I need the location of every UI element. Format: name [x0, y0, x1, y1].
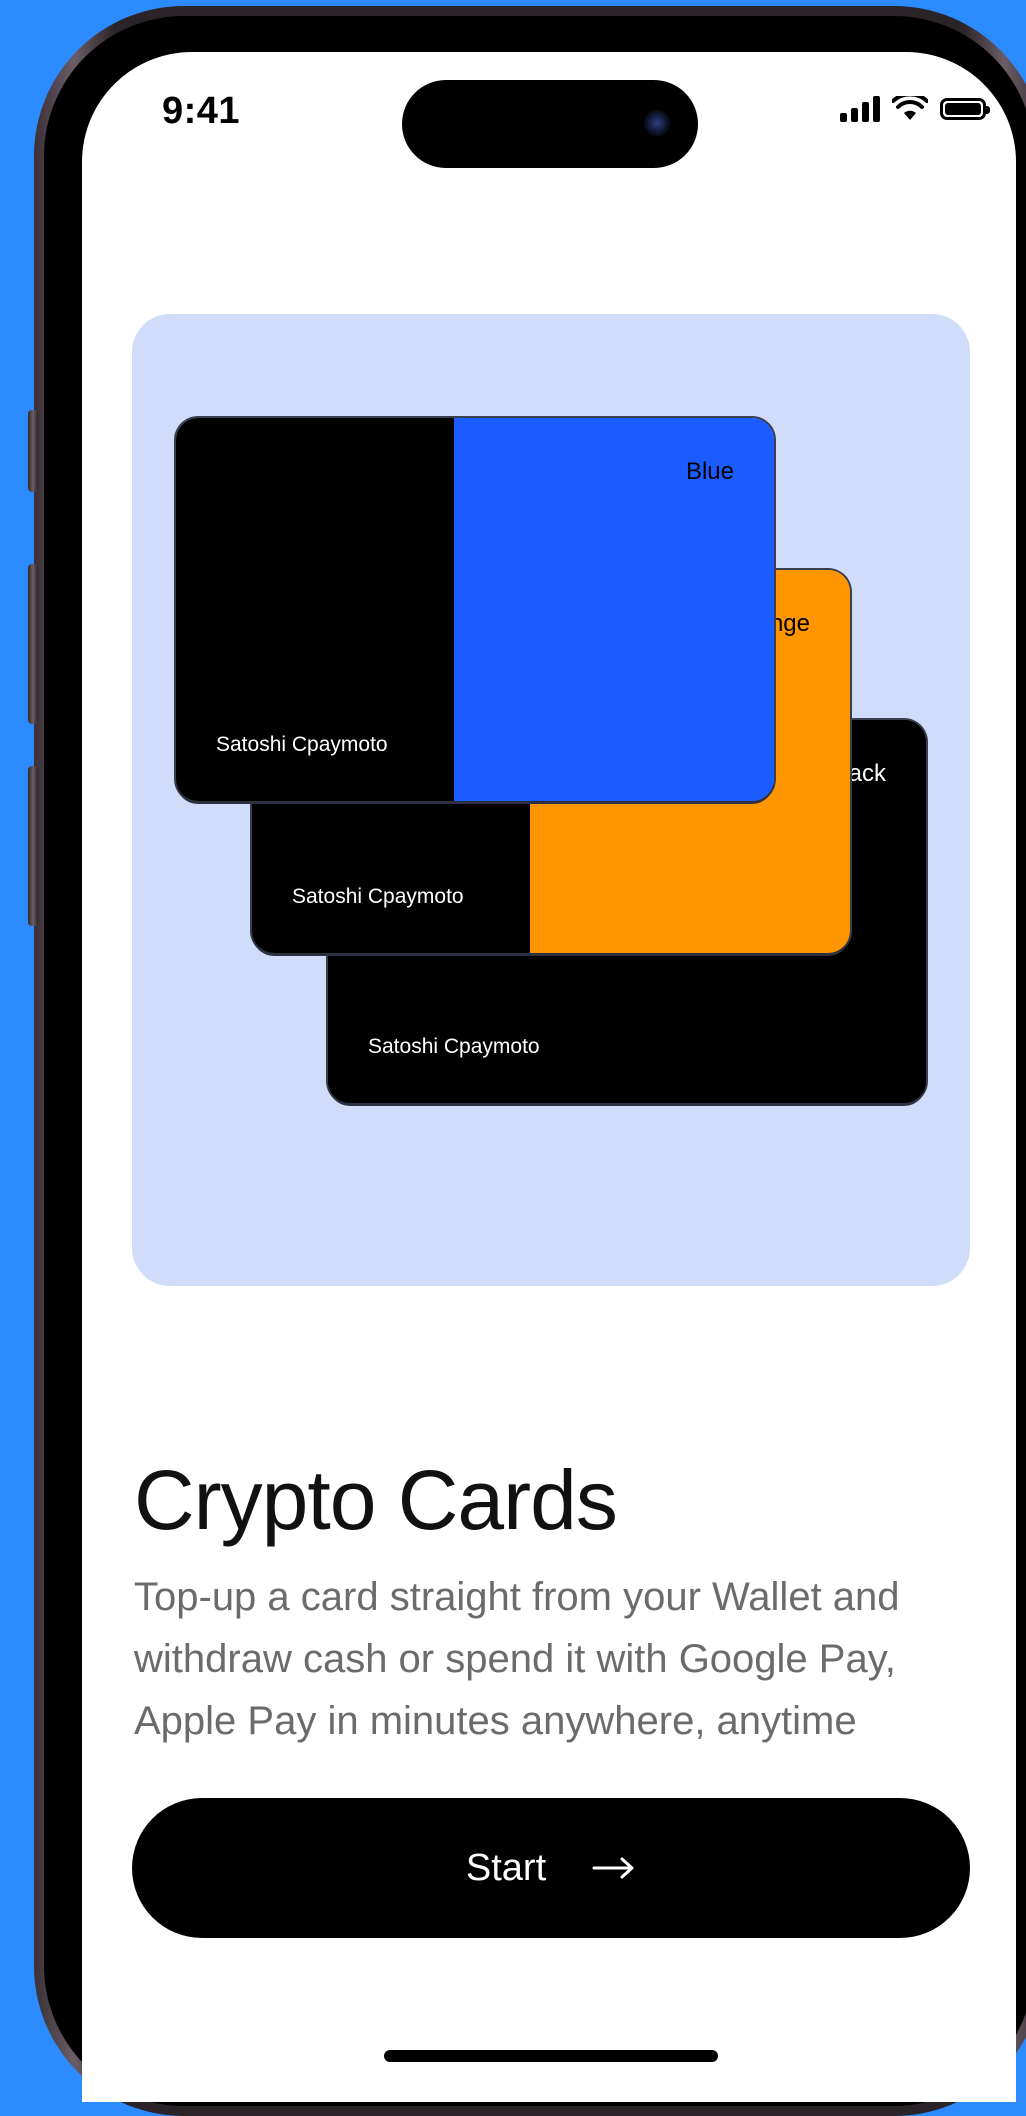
hero-illustration: Black Satoshi Cpaymoto Orange Satoshi Cp… — [132, 314, 970, 1286]
action-button — [28, 410, 38, 492]
card-label: Blue — [685, 458, 734, 485]
start-button-label: Start — [465, 1846, 547, 1889]
screen: 9:41 Black Satoshi Cpaymoto Orange Satos… — [82, 52, 1016, 2102]
page-title: Crypto Cards — [134, 1453, 618, 1547]
card-holder-name: Satoshi Cpaymoto — [216, 733, 388, 756]
volume-down-button — [28, 766, 38, 926]
page-description: Top-up a card straight from your Wallet … — [134, 1575, 900, 1743]
volume-up-button — [28, 564, 38, 724]
home-indicator[interactable] — [384, 2050, 718, 2062]
battery-icon — [940, 98, 990, 120]
card-holder-name: Satoshi Cpaymoto — [368, 1035, 540, 1058]
dynamic-island — [402, 80, 698, 168]
card-holder-name: Satoshi Cpaymoto — [292, 885, 464, 908]
card-blue[interactable]: Blue Satoshi Cpaymoto — [176, 418, 774, 801]
wifi-icon — [892, 96, 928, 120]
status-time: 9:41 — [162, 90, 241, 132]
camera-icon — [644, 110, 670, 136]
arrow-right-icon — [592, 1857, 634, 1879]
start-button[interactable]: Start — [132, 1798, 970, 1938]
status-icons — [840, 96, 990, 122]
cellular-signal-icon — [840, 96, 880, 122]
